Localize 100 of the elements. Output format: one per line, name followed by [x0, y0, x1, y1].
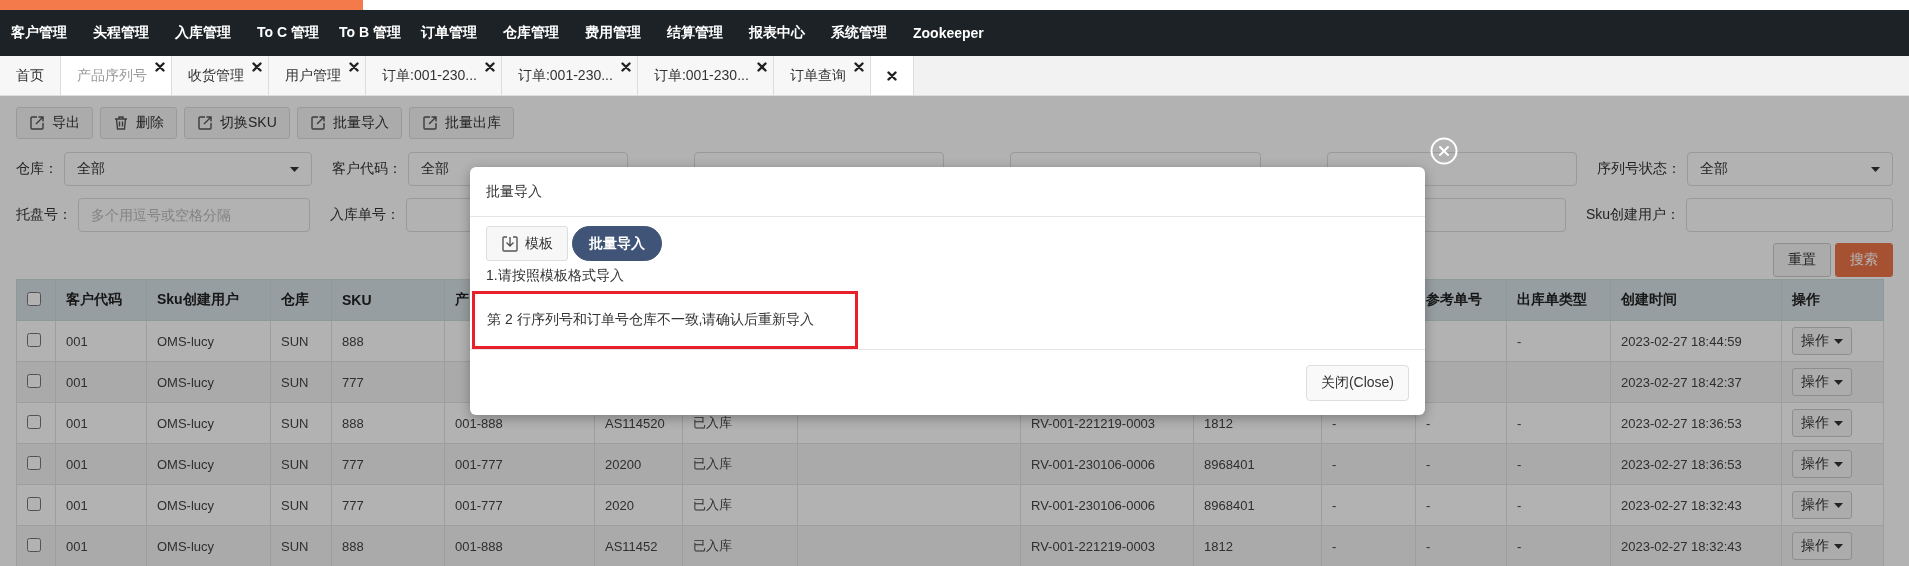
toolbar-button[interactable]: 删除	[100, 107, 177, 139]
table-cell: 888	[331, 525, 445, 566]
table-cell: SUN	[270, 320, 332, 362]
table-cell: RV-001-230106-0006	[1020, 484, 1194, 526]
nav-item[interactable]: 头程管理	[82, 24, 164, 42]
table-cell: 777	[331, 443, 445, 485]
table-cell: -	[1321, 484, 1416, 526]
nav-item[interactable]: 入库管理	[164, 24, 246, 42]
action-dropdown[interactable]: 操作	[1792, 327, 1852, 355]
table-cell: 001	[55, 320, 147, 362]
tab[interactable]: 订单:001-230...	[501, 56, 638, 95]
table-cell: -	[1506, 320, 1611, 362]
nav-item[interactable]: 订单管理	[410, 24, 492, 42]
action-dropdown[interactable]: 操作	[1792, 532, 1852, 560]
nav-item[interactable]: Zookeeper	[902, 25, 995, 41]
action-dropdown[interactable]: 操作	[1792, 450, 1852, 478]
tab[interactable]: 订单查询	[773, 56, 871, 95]
row-checkbox[interactable]	[27, 373, 41, 388]
table-cell: 2023-02-27 18:36:53	[1610, 402, 1782, 444]
caret-icon	[1834, 461, 1843, 467]
action-dropdown[interactable]: 操作	[1792, 368, 1852, 396]
table-cell: 888	[331, 402, 445, 444]
caret-icon	[1834, 543, 1843, 549]
close-icon[interactable]	[853, 62, 864, 72]
table-cell: 已入库	[682, 443, 798, 485]
tab[interactable]: 订单:001-230...	[637, 56, 774, 95]
nav-item[interactable]: 报表中心	[738, 24, 820, 42]
toolbar-button[interactable]: 批量导入	[296, 107, 402, 139]
close-icon[interactable]	[252, 62, 262, 72]
tab[interactable]: 用户管理	[269, 56, 366, 95]
table-cell: -	[1415, 484, 1507, 526]
table-cell: 001-888	[444, 525, 595, 566]
action-dropdown[interactable]: 操作	[1792, 409, 1852, 437]
template-button[interactable]: 模板	[486, 226, 568, 261]
tab[interactable]: 收货管理	[172, 56, 269, 95]
table-cell: AS11452	[594, 525, 683, 566]
download-icon	[501, 234, 519, 253]
close-icon[interactable]	[886, 70, 897, 81]
table-cell: OMS-lucy	[146, 443, 271, 485]
reset-button[interactable]: 重置	[1773, 243, 1831, 277]
table-cell: OMS-lucy	[146, 402, 271, 444]
caret-icon	[1834, 338, 1843, 344]
toolbar-button[interactable]: 批量出库	[408, 107, 514, 139]
caret-icon	[1834, 379, 1843, 385]
row-checkbox[interactable]	[27, 455, 41, 470]
close-all-tab[interactable]	[870, 56, 914, 95]
caret-icon	[1834, 502, 1843, 508]
table-cell: -	[1506, 525, 1611, 566]
nav-item[interactable]: 仓库管理	[492, 24, 574, 42]
nav-item[interactable]: 费用管理	[574, 24, 656, 42]
tab[interactable]: 订单:001-230...	[366, 56, 502, 95]
table-cell: 001-777	[444, 443, 595, 485]
export-icon	[29, 115, 45, 131]
table-cell: RV-001-221219-0003	[1020, 525, 1194, 566]
nav-item[interactable]: 客户管理	[0, 24, 82, 42]
table-cell: 001	[55, 484, 147, 526]
table-cell: -	[1506, 484, 1611, 526]
filter-label: Sku创建用户：	[1585, 206, 1680, 224]
table-cell: SUN	[270, 361, 332, 403]
select-all-checkbox[interactable]	[27, 291, 41, 306]
row-checkbox[interactable]	[27, 537, 41, 552]
close-icon[interactable]	[349, 62, 359, 72]
select-field[interactable]: 全部	[1686, 152, 1893, 186]
table-cell: 2023-02-27 18:32:43	[1610, 484, 1782, 526]
row-checkbox[interactable]	[27, 414, 41, 429]
table-cell: RV-001-230106-0006	[1020, 443, 1194, 485]
tab[interactable]: 首页	[0, 56, 61, 95]
filter-label: 序列号状态：	[1596, 160, 1681, 178]
close-icon[interactable]	[756, 62, 767, 72]
column-header: SKU	[331, 279, 445, 321]
action-dropdown[interactable]: 操作	[1792, 491, 1852, 519]
table-cell: SUN	[270, 443, 332, 485]
dialog-title: 批量导入	[486, 182, 542, 201]
toolbar-button[interactable]: 切换SKU	[184, 107, 290, 139]
toolbar-button[interactable]: 导出	[16, 107, 93, 139]
table-cell: -	[1506, 402, 1611, 444]
nav-item[interactable]: 结算管理	[656, 24, 738, 42]
import-button[interactable]: 批量导入	[572, 226, 662, 261]
row-checkbox[interactable]	[27, 496, 41, 511]
filter-label: 客户代码：	[332, 160, 403, 178]
nav-item[interactable]: To B 管理	[328, 24, 410, 42]
table-cell: 001	[55, 402, 147, 444]
close-icon[interactable]	[484, 62, 495, 72]
row-checkbox[interactable]	[27, 332, 41, 347]
table-cell: 2023-02-27 18:32:43	[1610, 525, 1782, 566]
select-field[interactable]: 全部	[64, 152, 313, 186]
close-icon[interactable]	[155, 62, 165, 72]
close-icon[interactable]	[620, 62, 631, 72]
filter-label: 托盘号：	[16, 206, 72, 224]
caret-icon	[1871, 166, 1880, 172]
table-cell: 2023-02-27 18:42:37	[1610, 361, 1782, 403]
table-cell: 001	[55, 443, 147, 485]
close-button[interactable]: 关闭(Close)	[1305, 364, 1409, 401]
table-cell: -	[1321, 443, 1416, 485]
nav-item[interactable]: To C 管理	[246, 24, 328, 42]
table-cell: -	[1415, 402, 1507, 444]
table-cell: -	[1415, 525, 1507, 566]
column-header: 操作	[1781, 279, 1884, 321]
nav-item[interactable]: 系统管理	[820, 24, 902, 42]
input-field[interactable]	[1686, 198, 1893, 232]
